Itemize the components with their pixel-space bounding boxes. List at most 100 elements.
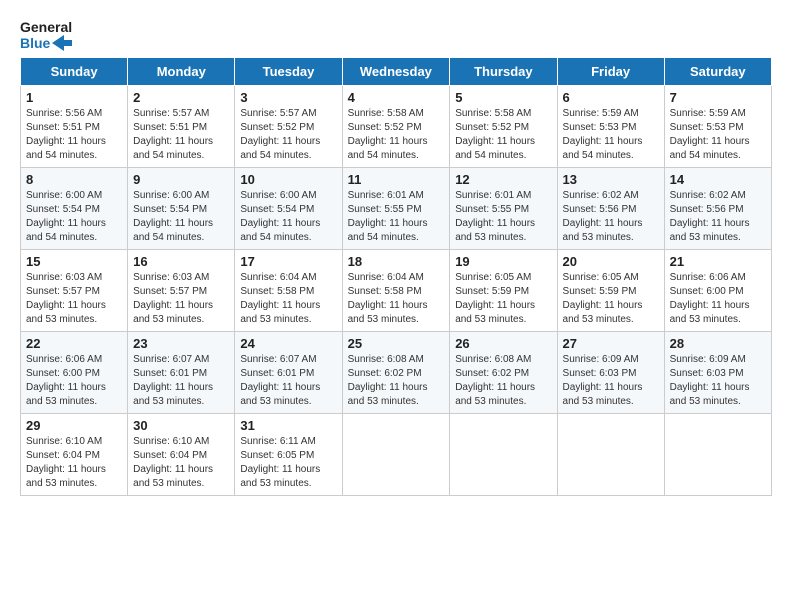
calendar-cell: 11 Sunrise: 6:01 AMSunset: 5:55 PMDaylig… xyxy=(342,168,450,250)
calendar-cell: 29 Sunrise: 6:10 AMSunset: 6:04 PMDaylig… xyxy=(21,414,128,496)
cell-info: Sunrise: 6:06 AMSunset: 6:00 PMDaylight:… xyxy=(670,272,750,325)
day-number: 20 xyxy=(563,254,659,269)
day-number: 14 xyxy=(670,172,766,187)
cell-info: Sunrise: 5:58 AMSunset: 5:52 PMDaylight:… xyxy=(348,108,428,161)
calendar-body: 1 Sunrise: 5:56 AMSunset: 5:51 PMDayligh… xyxy=(21,86,772,496)
day-number: 2 xyxy=(133,90,229,105)
calendar-cell: 28 Sunrise: 6:09 AMSunset: 6:03 PMDaylig… xyxy=(664,332,771,414)
calendar-cell xyxy=(450,414,557,496)
calendar-week-2: 8 Sunrise: 6:00 AMSunset: 5:54 PMDayligh… xyxy=(21,168,772,250)
cell-info: Sunrise: 5:59 AMSunset: 5:53 PMDaylight:… xyxy=(670,108,750,161)
weekday-thursday: Thursday xyxy=(450,58,557,86)
cell-info: Sunrise: 6:01 AMSunset: 5:55 PMDaylight:… xyxy=(348,190,428,243)
calendar-cell xyxy=(557,414,664,496)
logo-text-blue: Blue xyxy=(20,36,50,51)
cell-info: Sunrise: 6:03 AMSunset: 5:57 PMDaylight:… xyxy=(26,272,106,325)
weekday-monday: Monday xyxy=(128,58,235,86)
cell-info: Sunrise: 6:08 AMSunset: 6:02 PMDaylight:… xyxy=(455,354,535,407)
cell-info: Sunrise: 6:10 AMSunset: 6:04 PMDaylight:… xyxy=(26,436,106,489)
weekday-header-row: SundayMondayTuesdayWednesdayThursdayFrid… xyxy=(21,58,772,86)
day-number: 16 xyxy=(133,254,229,269)
calendar-cell: 16 Sunrise: 6:03 AMSunset: 5:57 PMDaylig… xyxy=(128,250,235,332)
calendar-cell: 19 Sunrise: 6:05 AMSunset: 5:59 PMDaylig… xyxy=(450,250,557,332)
cell-info: Sunrise: 6:00 AMSunset: 5:54 PMDaylight:… xyxy=(133,190,213,243)
calendar-cell: 8 Sunrise: 6:00 AMSunset: 5:54 PMDayligh… xyxy=(21,168,128,250)
cell-info: Sunrise: 6:05 AMSunset: 5:59 PMDaylight:… xyxy=(455,272,535,325)
calendar-cell: 18 Sunrise: 6:04 AMSunset: 5:58 PMDaylig… xyxy=(342,250,450,332)
calendar-week-5: 29 Sunrise: 6:10 AMSunset: 6:04 PMDaylig… xyxy=(21,414,772,496)
cell-info: Sunrise: 6:04 AMSunset: 5:58 PMDaylight:… xyxy=(348,272,428,325)
day-number: 31 xyxy=(240,418,336,433)
day-number: 6 xyxy=(563,90,659,105)
day-number: 10 xyxy=(240,172,336,187)
cell-info: Sunrise: 6:01 AMSunset: 5:55 PMDaylight:… xyxy=(455,190,535,243)
day-number: 15 xyxy=(26,254,122,269)
cell-info: Sunrise: 6:05 AMSunset: 5:59 PMDaylight:… xyxy=(563,272,643,325)
cell-info: Sunrise: 6:09 AMSunset: 6:03 PMDaylight:… xyxy=(670,354,750,407)
day-number: 27 xyxy=(563,336,659,351)
calendar-cell: 2 Sunrise: 5:57 AMSunset: 5:51 PMDayligh… xyxy=(128,86,235,168)
weekday-wednesday: Wednesday xyxy=(342,58,450,86)
calendar-week-1: 1 Sunrise: 5:56 AMSunset: 5:51 PMDayligh… xyxy=(21,86,772,168)
day-number: 7 xyxy=(670,90,766,105)
day-number: 21 xyxy=(670,254,766,269)
calendar-cell: 1 Sunrise: 5:56 AMSunset: 5:51 PMDayligh… xyxy=(21,86,128,168)
logo: General Blue xyxy=(20,20,72,51)
calendar-cell: 12 Sunrise: 6:01 AMSunset: 5:55 PMDaylig… xyxy=(450,168,557,250)
day-number: 5 xyxy=(455,90,551,105)
day-number: 1 xyxy=(26,90,122,105)
calendar-cell: 9 Sunrise: 6:00 AMSunset: 5:54 PMDayligh… xyxy=(128,168,235,250)
weekday-tuesday: Tuesday xyxy=(235,58,342,86)
cell-info: Sunrise: 6:00 AMSunset: 5:54 PMDaylight:… xyxy=(240,190,320,243)
calendar-cell xyxy=(664,414,771,496)
day-number: 11 xyxy=(348,172,445,187)
calendar-cell: 15 Sunrise: 6:03 AMSunset: 5:57 PMDaylig… xyxy=(21,250,128,332)
calendar-cell xyxy=(342,414,450,496)
day-number: 23 xyxy=(133,336,229,351)
cell-info: Sunrise: 5:59 AMSunset: 5:53 PMDaylight:… xyxy=(563,108,643,161)
day-number: 25 xyxy=(348,336,445,351)
weekday-saturday: Saturday xyxy=(664,58,771,86)
logo-arrow-icon xyxy=(52,35,72,51)
calendar-cell: 22 Sunrise: 6:06 AMSunset: 6:00 PMDaylig… xyxy=(21,332,128,414)
calendar-cell: 30 Sunrise: 6:10 AMSunset: 6:04 PMDaylig… xyxy=(128,414,235,496)
day-number: 19 xyxy=(455,254,551,269)
day-number: 24 xyxy=(240,336,336,351)
calendar-cell: 26 Sunrise: 6:08 AMSunset: 6:02 PMDaylig… xyxy=(450,332,557,414)
calendar-week-4: 22 Sunrise: 6:06 AMSunset: 6:00 PMDaylig… xyxy=(21,332,772,414)
cell-info: Sunrise: 6:07 AMSunset: 6:01 PMDaylight:… xyxy=(240,354,320,407)
day-number: 9 xyxy=(133,172,229,187)
cell-info: Sunrise: 6:10 AMSunset: 6:04 PMDaylight:… xyxy=(133,436,213,489)
cell-info: Sunrise: 6:08 AMSunset: 6:02 PMDaylight:… xyxy=(348,354,428,407)
calendar-cell: 7 Sunrise: 5:59 AMSunset: 5:53 PMDayligh… xyxy=(664,86,771,168)
day-number: 29 xyxy=(26,418,122,433)
calendar-cell: 23 Sunrise: 6:07 AMSunset: 6:01 PMDaylig… xyxy=(128,332,235,414)
calendar-cell: 6 Sunrise: 5:59 AMSunset: 5:53 PMDayligh… xyxy=(557,86,664,168)
day-number: 17 xyxy=(240,254,336,269)
calendar-table: SundayMondayTuesdayWednesdayThursdayFrid… xyxy=(20,57,772,496)
calendar-cell: 31 Sunrise: 6:11 AMSunset: 6:05 PMDaylig… xyxy=(235,414,342,496)
page-header: General Blue xyxy=(20,20,772,51)
weekday-friday: Friday xyxy=(557,58,664,86)
calendar-cell: 27 Sunrise: 6:09 AMSunset: 6:03 PMDaylig… xyxy=(557,332,664,414)
cell-info: Sunrise: 5:57 AMSunset: 5:52 PMDaylight:… xyxy=(240,108,320,161)
cell-info: Sunrise: 6:09 AMSunset: 6:03 PMDaylight:… xyxy=(563,354,643,407)
cell-info: Sunrise: 6:06 AMSunset: 6:00 PMDaylight:… xyxy=(26,354,106,407)
day-number: 13 xyxy=(563,172,659,187)
day-number: 3 xyxy=(240,90,336,105)
calendar-cell: 13 Sunrise: 6:02 AMSunset: 5:56 PMDaylig… xyxy=(557,168,664,250)
day-number: 18 xyxy=(348,254,445,269)
day-number: 22 xyxy=(26,336,122,351)
cell-info: Sunrise: 5:58 AMSunset: 5:52 PMDaylight:… xyxy=(455,108,535,161)
calendar-cell: 3 Sunrise: 5:57 AMSunset: 5:52 PMDayligh… xyxy=(235,86,342,168)
calendar-cell: 20 Sunrise: 6:05 AMSunset: 5:59 PMDaylig… xyxy=(557,250,664,332)
calendar-cell: 14 Sunrise: 6:02 AMSunset: 5:56 PMDaylig… xyxy=(664,168,771,250)
day-number: 4 xyxy=(348,90,445,105)
calendar-cell: 21 Sunrise: 6:06 AMSunset: 6:00 PMDaylig… xyxy=(664,250,771,332)
cell-info: Sunrise: 6:02 AMSunset: 5:56 PMDaylight:… xyxy=(563,190,643,243)
calendar-cell: 4 Sunrise: 5:58 AMSunset: 5:52 PMDayligh… xyxy=(342,86,450,168)
day-number: 12 xyxy=(455,172,551,187)
cell-info: Sunrise: 6:00 AMSunset: 5:54 PMDaylight:… xyxy=(26,190,106,243)
calendar-cell: 5 Sunrise: 5:58 AMSunset: 5:52 PMDayligh… xyxy=(450,86,557,168)
cell-info: Sunrise: 6:07 AMSunset: 6:01 PMDaylight:… xyxy=(133,354,213,407)
